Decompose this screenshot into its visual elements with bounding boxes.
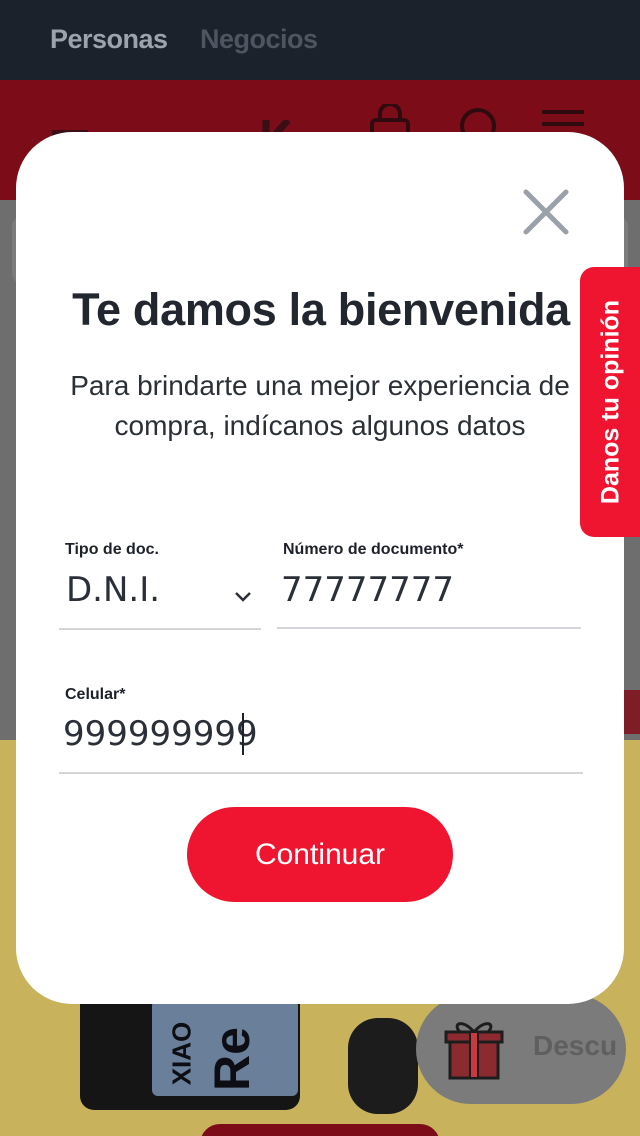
close-icon[interactable]	[518, 184, 574, 240]
tab-negocios[interactable]: Negocios	[200, 24, 318, 55]
doc-number-input[interactable]: 77777777	[281, 570, 454, 610]
phone-underline	[59, 772, 583, 774]
promo-button[interactable]	[200, 1124, 440, 1136]
doc-type-select[interactable]: D.N.I.	[66, 570, 160, 610]
promo-phone-brand-vertical: XIAO	[166, 1021, 197, 1086]
modal-subtitle: Para brindarte una mejor experiencia de …	[70, 370, 570, 441]
gift-icon	[444, 1022, 504, 1080]
gift-button-text: Descu	[533, 1030, 618, 1061]
text-caret	[242, 713, 244, 755]
promo-phone-brand: XIAO Re	[156, 1010, 296, 1090]
doc-type-label: Tipo de doc.	[65, 541, 159, 558]
modal-title: Te damos la bienvenida	[72, 284, 570, 335]
feedback-tab-label: Danos tu opinión	[596, 299, 625, 505]
phone-label: Celular*	[65, 686, 126, 703]
segment-bar: Personas Negocios	[0, 0, 640, 80]
continue-button[interactable]: Continuar	[187, 807, 453, 902]
promo-phone-brand-big: Re	[203, 1027, 260, 1090]
tab-personas[interactable]: Personas	[50, 24, 168, 55]
phone-input[interactable]: 999999999	[63, 714, 258, 754]
promo-charger-image	[348, 1018, 418, 1114]
doc-number-label: Número de documento*	[283, 541, 464, 558]
chevron-down-icon[interactable]	[233, 590, 253, 604]
doc-type-underline	[59, 628, 261, 630]
doc-number-underline	[277, 627, 581, 629]
